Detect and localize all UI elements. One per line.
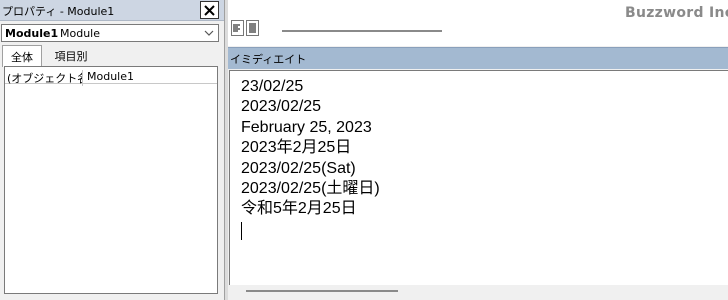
properties-titlebar[interactable]: プロパティ - Module1 <box>0 0 224 21</box>
close-button[interactable] <box>200 1 219 19</box>
property-value[interactable]: Module1 <box>87 70 134 83</box>
properties-title: プロパティ - Module1 <box>2 5 115 18</box>
close-icon <box>204 4 215 16</box>
full-module-view-icon <box>249 23 256 33</box>
watermark: Buzzword Inc. <box>625 5 728 21</box>
code-horizontal-scrollbar[interactable] <box>282 30 442 32</box>
object-type: Module <box>60 27 100 40</box>
tab-categorized[interactable]: 項目別 <box>46 45 96 67</box>
immediate-output[interactable]: 23/02/25 2023/02/25 February 25, 2023 20… <box>229 70 728 285</box>
output-line: 令和5年2月25日 <box>241 200 357 218</box>
properties-tabs: 全体 項目別 <box>0 45 224 67</box>
output-line: 2023/02/25(土曜日) <box>241 179 380 197</box>
text-caret <box>241 221 242 240</box>
procedure-view-icon <box>233 24 240 32</box>
output-line: February 25, 2023 <box>241 118 372 136</box>
immediate-window: イミディエイト 23/02/25 2023/02/25 February 25,… <box>228 47 728 300</box>
scrollbar-thumb[interactable] <box>246 290 398 292</box>
view-buttons <box>228 20 264 38</box>
immediate-horizontal-scrollbar[interactable] <box>228 285 728 300</box>
code-window-bottom: Buzzword Inc. <box>228 0 728 46</box>
properties-grid: (オブジェクト名) Module1 <box>4 66 218 294</box>
property-name: (オブジェクト名) <box>7 70 83 86</box>
full-module-view-button[interactable] <box>246 20 259 36</box>
output-line: 2023/02/25(Sat) <box>241 159 356 177</box>
output-line: 23/02/25 <box>241 78 304 95</box>
output-lines: 23/02/25 2023/02/25 February 25, 2023 20… <box>241 77 380 240</box>
object-select[interactable]: Module1 Module <box>1 24 219 42</box>
output-line: 2023/02/25 <box>241 98 322 116</box>
tab-alphabetic[interactable]: 全体 <box>2 45 42 67</box>
object-name: Module1 <box>5 27 59 40</box>
chevron-down-icon[interactable] <box>204 28 214 38</box>
procedure-view-button[interactable] <box>231 20 244 36</box>
immediate-title: イミディエイト <box>230 53 307 66</box>
properties-window: プロパティ - Module1 Module1 Module 全体 項目別 (オ… <box>0 0 224 300</box>
immediate-titlebar[interactable]: イミディエイト <box>228 47 728 69</box>
output-line: 2023年2月25日 <box>241 139 352 157</box>
property-row[interactable]: (オブジェクト名) Module1 <box>5 69 217 86</box>
